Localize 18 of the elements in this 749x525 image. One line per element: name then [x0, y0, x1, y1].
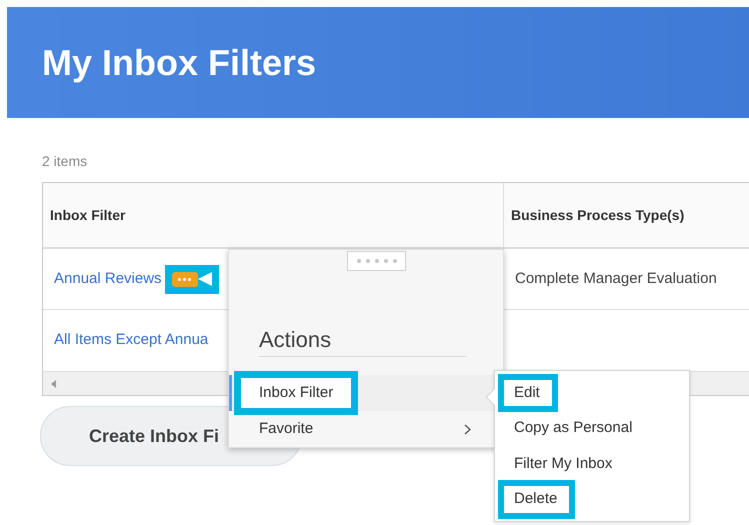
notch-icon	[198, 272, 212, 286]
chevron-right-icon	[464, 424, 471, 434]
popup-title: Actions	[259, 326, 332, 354]
column-header[interactable]: Inbox Filter	[50, 204, 126, 226]
submenu-item[interactable]: Copy as Personal	[498, 409, 650, 448]
filter-link[interactable]: Annual Reviews	[54, 268, 162, 290]
item-count: 2 items	[42, 152, 88, 171]
column-header[interactable]: Business Process Type(s)	[511, 204, 684, 226]
submenu-item[interactable]: Edit	[498, 374, 558, 412]
submenu-item[interactable]: Filter My Inbox	[498, 444, 630, 483]
page-title: My Inbox Filters	[42, 40, 316, 84]
menu-item[interactable]: Inbox Filter	[234, 370, 358, 416]
table-cell-text: Complete Manager Evaluation	[515, 268, 717, 289]
scroll-left-icon[interactable]	[51, 380, 56, 388]
filter-link[interactable]: All Items Except Annua	[54, 329, 208, 352]
submenu-item[interactable]: Delete	[498, 480, 576, 518]
more-actions-button[interactable]	[172, 272, 198, 286]
drag-handle[interactable]	[347, 251, 406, 271]
